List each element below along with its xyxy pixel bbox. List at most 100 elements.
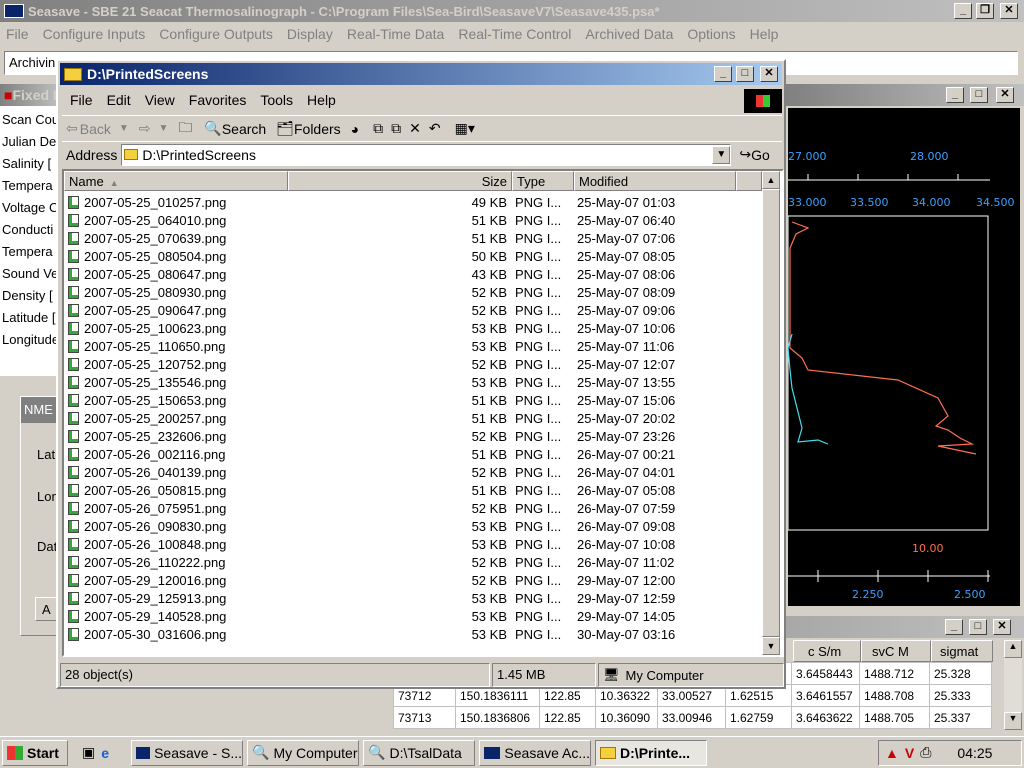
grid-vertical-scrollbar[interactable]: ▲ ▼	[1004, 640, 1022, 730]
menu-configure-inputs[interactable]: Configure Inputs	[43, 26, 146, 42]
list-item[interactable]: 2007-05-29_140528.png 53 KB PNG I... 29-May…	[64, 607, 760, 625]
copy-to-icon[interactable]: ⧉	[391, 120, 401, 137]
list-item[interactable]: 2007-05-25_232606.png 52 KB PNG I... 25-May…	[64, 427, 760, 445]
list-item[interactable]: 2007-05-25_200257.png 51 KB PNG I... 25-May…	[64, 409, 760, 427]
history-icon[interactable]: ◕	[351, 121, 359, 137]
column-header-type[interactable]: Type	[512, 171, 574, 191]
menu-real-time-data[interactable]: Real-Time Data	[347, 26, 445, 42]
plot-minimize-button[interactable]: _	[946, 87, 964, 103]
task-my-computer[interactable]: 🔍 My Computer	[247, 739, 360, 766]
grid-minimize-button[interactable]: _	[945, 619, 963, 635]
list-item[interactable]: 2007-05-26_075951.png 52 KB PNG I... 26-May…	[64, 499, 760, 517]
printer-icon[interactable]: ⎙	[920, 744, 931, 761]
menu-tools[interactable]: Tools	[260, 92, 293, 108]
list-item[interactable]: 2007-05-26_090830.png 53 KB PNG I... 26-May…	[64, 517, 760, 535]
grid-header-cond[interactable]: c S/m	[793, 640, 861, 662]
menu-configure-outputs[interactable]: Configure Outputs	[159, 26, 273, 42]
start-label: Start	[27, 744, 59, 761]
list-item[interactable]: 2007-05-25_080930.png 52 KB PNG I... 25-May…	[64, 283, 760, 301]
up-folder-icon[interactable]: 🗀	[178, 117, 192, 141]
column-header-size[interactable]: Size	[288, 171, 512, 191]
scroll-up-button[interactable]: ▲	[762, 171, 780, 189]
list-item[interactable]: 2007-05-25_064010.png 51 KB PNG I... 25-May…	[64, 211, 760, 229]
search-label[interactable]: Search	[222, 121, 266, 137]
scroll-down-button[interactable]: ▼	[1004, 712, 1022, 730]
address-dropdown-button[interactable]: ▼	[712, 145, 731, 164]
grid-close-button[interactable]: ✕	[993, 619, 1011, 635]
salinity-tick-label-4: 34.500	[976, 196, 1015, 209]
menu-help[interactable]: Help	[307, 92, 336, 108]
grid-header-sigmat[interactable]: sigmat	[931, 640, 993, 662]
search-icon[interactable]: 🔍	[204, 120, 221, 137]
menu-real-time-control[interactable]: Real-Time Control	[458, 26, 571, 42]
task-seasave[interactable]: Seasave - S...	[131, 739, 244, 766]
list-item[interactable]: 2007-05-25_010257.png 49 KB PNG I... 25-May…	[64, 193, 760, 211]
list-item[interactable]: 2007-05-26_040139.png 52 KB PNG I... 26-May…	[64, 463, 760, 481]
forward-dropdown-icon[interactable]: ▼	[159, 123, 169, 134]
restore-button[interactable]: ❐	[976, 3, 994, 19]
list-item[interactable]: 2007-05-29_125913.png 53 KB PNG I... 29-May…	[64, 589, 760, 607]
list-item[interactable]: 2007-05-25_100623.png 53 KB PNG I... 25-May…	[64, 319, 760, 337]
column-header-modified[interactable]: Modified	[574, 171, 736, 191]
menu-help[interactable]: Help	[750, 26, 779, 42]
list-item[interactable]: 2007-05-25_080504.png 50 KB PNG I... 25-May…	[64, 247, 760, 265]
back-dropdown-icon[interactable]: ▼	[119, 123, 129, 134]
grid-header-sv[interactable]: svC M	[861, 640, 931, 662]
show-desktop-icon[interactable]: ▣	[82, 744, 95, 761]
explorer-minimize-button[interactable]: _	[714, 66, 732, 82]
close-button[interactable]: ✕	[1000, 3, 1018, 19]
menu-archived-data[interactable]: Archived Data	[585, 26, 673, 42]
menu-edit[interactable]: Edit	[107, 92, 131, 108]
list-item[interactable]: 2007-05-25_120752.png 52 KB PNG I... 25-May…	[64, 355, 760, 373]
internet-explorer-icon[interactable]: e	[101, 745, 109, 761]
address-input[interactable]: D:\PrintedScreens ▼	[121, 143, 732, 166]
menu-options[interactable]: Options	[687, 26, 735, 42]
file-list-scrollbar[interactable]: ▲ ▼	[762, 171, 780, 655]
network-icon[interactable]: ▲	[885, 745, 899, 761]
list-item[interactable]: 2007-05-26_002116.png 51 KB PNG I... 26-May…	[64, 445, 760, 463]
go-button[interactable]: Go	[751, 147, 770, 163]
start-button[interactable]: Start	[2, 739, 68, 766]
column-header-name[interactable]: Name ▲	[64, 171, 288, 191]
antivirus-icon[interactable]: V	[905, 745, 914, 761]
list-item[interactable]: 2007-05-26_050815.png 51 KB PNG I... 26-May…	[64, 481, 760, 499]
views-icon[interactable]: ▦▾	[455, 120, 475, 137]
go-arrow-icon[interactable]: ↪	[739, 146, 751, 163]
delete-icon[interactable]: ✕	[409, 120, 421, 137]
list-item[interactable]: 2007-05-25_080647.png 43 KB PNG I... 25-May…	[64, 265, 760, 283]
menu-file[interactable]: File	[6, 26, 29, 42]
scroll-thumb[interactable]	[762, 189, 780, 637]
undo-icon[interactable]: ↶	[429, 120, 441, 137]
folders-label[interactable]: Folders	[294, 121, 341, 137]
scroll-up-button[interactable]: ▲	[1004, 640, 1022, 658]
folders-icon[interactable]: 🗂	[276, 120, 294, 137]
list-item[interactable]: 2007-05-25_150653.png 51 KB PNG I... 25-May…	[64, 391, 760, 409]
list-item[interactable]: 2007-05-25_070639.png 51 KB PNG I... 25-May…	[64, 229, 760, 247]
move-to-icon[interactable]: ⧉	[373, 120, 383, 137]
list-item[interactable]: 2007-05-26_110222.png 52 KB PNG I... 26-May…	[64, 553, 760, 571]
menu-file[interactable]: File	[70, 92, 93, 108]
grid-maximize-button[interactable]: □	[969, 619, 987, 635]
plot-maximize-button[interactable]: □	[970, 87, 988, 103]
menu-view[interactable]: View	[145, 92, 175, 108]
minimize-button[interactable]: _	[954, 3, 972, 19]
task-tsaldata[interactable]: 🔍 D:\TsalData	[363, 739, 476, 766]
list-item[interactable]: 2007-05-26_100848.png 53 KB PNG I... 26-May…	[64, 535, 760, 553]
task-printedscreens[interactable]: D:\Printe...	[595, 739, 708, 766]
list-item[interactable]: 2007-05-25_090647.png 52 KB PNG I... 25-May…	[64, 301, 760, 319]
menu-display[interactable]: Display	[287, 26, 333, 42]
list-item[interactable]: 2007-05-29_120016.png 52 KB PNG I... 29-May…	[64, 571, 760, 589]
list-item[interactable]: 2007-05-25_135546.png 53 KB PNG I... 25-May…	[64, 373, 760, 391]
png-file-icon	[68, 213, 79, 227]
list-item[interactable]: 2007-05-25_110650.png 53 KB PNG I... 25-May…	[64, 337, 760, 355]
task-seasave-acquisition[interactable]: Seasave Ac...	[479, 739, 592, 766]
explorer-maximize-button[interactable]: □	[736, 66, 754, 82]
back-label[interactable]: Back	[80, 121, 111, 137]
back-icon[interactable]: ⇦	[66, 120, 78, 137]
menu-favorites[interactable]: Favorites	[189, 92, 247, 108]
plot-close-button[interactable]: ✕	[996, 87, 1014, 103]
explorer-close-button[interactable]: ✕	[760, 66, 778, 82]
list-item[interactable]: 2007-05-30_031606.png 53 KB PNG I... 30-May…	[64, 625, 760, 643]
forward-icon[interactable]: ⇨	[139, 120, 151, 137]
scroll-down-button[interactable]: ▼	[762, 637, 780, 655]
